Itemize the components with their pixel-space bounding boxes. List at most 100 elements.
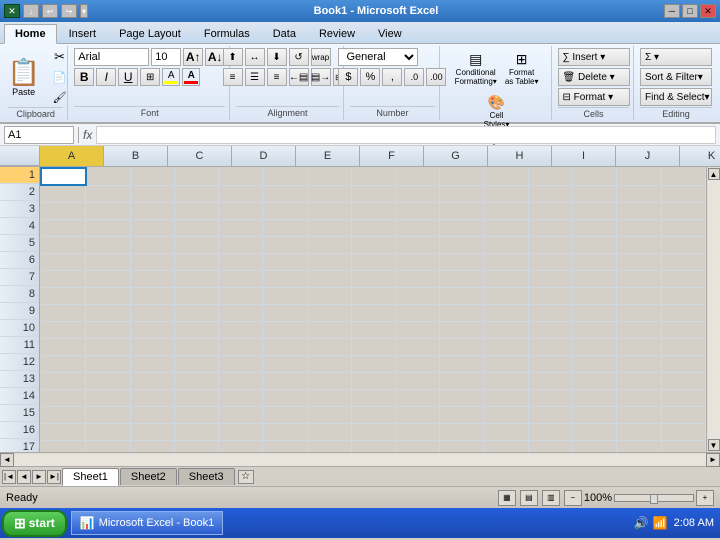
font-size-input[interactable] [151,48,181,66]
cell-I2[interactable] [396,185,440,202]
sheet-tab-1[interactable]: Sheet1 [62,468,119,486]
font-name-input[interactable] [74,48,149,66]
delete-button[interactable]: 🗑 Delete ▾ [558,68,630,86]
row-number-10[interactable]: 10 [0,320,39,337]
cell-E10[interactable] [219,321,263,338]
cell-H15[interactable] [351,406,395,423]
cell-K11[interactable] [484,338,528,355]
cell-M2[interactable] [573,185,617,202]
cell-I6[interactable] [396,253,440,270]
cell-N16[interactable] [617,423,661,440]
cell-C9[interactable] [130,304,174,321]
cell-A17[interactable] [41,440,86,452]
cell-L6[interactable] [528,253,572,270]
cell-D17[interactable] [174,440,218,452]
cell-A6[interactable] [41,253,86,270]
vertical-scrollbar[interactable]: ▲ ▼ [706,167,720,452]
cell-H13[interactable] [351,372,395,389]
cell-K10[interactable] [484,321,528,338]
cell-E9[interactable] [219,304,263,321]
fill-color-button[interactable]: A [162,68,180,86]
cell-G1[interactable] [307,168,351,185]
conditional-formatting-button[interactable]: ▤ ConditionalFormatting▾ [452,48,500,89]
cell-M7[interactable] [573,270,617,287]
cell-M16[interactable] [573,423,617,440]
cell-C1[interactable] [130,168,174,185]
cell-A4[interactable] [41,219,86,236]
cell-G10[interactable] [307,321,351,338]
cell-N17[interactable] [617,440,661,452]
cell-K13[interactable] [484,372,528,389]
cell-E14[interactable] [219,389,263,406]
vscroll-track[interactable] [708,180,720,439]
cell-N3[interactable] [617,202,661,219]
cell-A15[interactable] [41,406,86,423]
cell-A7[interactable] [41,270,86,287]
cell-H5[interactable] [351,236,395,253]
cell-A1[interactable] [41,168,86,185]
cell-M4[interactable] [573,219,617,236]
cell-C16[interactable] [130,423,174,440]
cell-N14[interactable] [617,389,661,406]
row-number-14[interactable]: 14 [0,388,39,405]
cell-G3[interactable] [307,202,351,219]
cell-O12[interactable] [661,355,705,372]
cell-L4[interactable] [528,219,572,236]
cell-L13[interactable] [528,372,572,389]
insert-button[interactable]: ∑ Insert ▾ [558,48,630,66]
cell-F11[interactable] [263,338,307,355]
cell-O15[interactable] [661,406,705,423]
cell-A10[interactable] [41,321,86,338]
cell-M10[interactable] [573,321,617,338]
cell-F16[interactable] [263,423,307,440]
cell-H17[interactable] [351,440,395,452]
cell-C6[interactable] [130,253,174,270]
row-number-11[interactable]: 11 [0,337,39,354]
horizontal-scrollbar[interactable]: ◄ ► [0,452,720,466]
taskbar-excel-item[interactable]: 📊 Microsoft Excel - Book1 [71,511,224,535]
cell-D15[interactable] [174,406,218,423]
page-break-view-button[interactable]: ▥ [542,490,560,506]
col-header-A[interactable]: A [40,146,104,166]
currency-button[interactable]: $ [338,68,358,86]
cell-B17[interactable] [86,440,130,452]
cell-E6[interactable] [219,253,263,270]
increase-indent-button[interactable]: ▤→ [311,68,331,86]
cell-L2[interactable] [528,185,572,202]
row-number-17[interactable]: 17 [0,439,39,452]
cell-O16[interactable] [661,423,705,440]
cell-H1[interactable] [351,168,395,185]
zoom-out-button[interactable]: − [564,490,582,506]
cell-J15[interactable] [440,406,484,423]
cell-E17[interactable] [219,440,263,452]
cell-J11[interactable] [440,338,484,355]
cell-E3[interactable] [219,202,263,219]
sort-filter-button[interactable]: Sort & Filter▾ [640,68,712,86]
comma-button[interactable]: , [382,68,402,86]
col-header-H[interactable]: H [488,146,552,166]
cell-E7[interactable] [219,270,263,287]
cell-D2[interactable] [174,185,218,202]
cell-O17[interactable] [661,440,705,452]
cell-E12[interactable] [219,355,263,372]
layout-view-button[interactable]: ▤ [520,490,538,506]
cell-H14[interactable] [351,389,395,406]
tab-data[interactable]: Data [262,24,307,43]
hscroll-track[interactable] [14,454,706,466]
cell-L17[interactable] [528,440,572,452]
cell-K6[interactable] [484,253,528,270]
cell-G5[interactable] [307,236,351,253]
cell-C4[interactable] [130,219,174,236]
format-painter-button[interactable]: 🖌 [49,88,71,106]
tab-home[interactable]: Home [4,24,57,44]
cell-D8[interactable] [174,287,218,304]
col-header-D[interactable]: D [232,146,296,166]
cell-K1[interactable] [484,168,528,185]
sheet-tab-2[interactable]: Sheet2 [120,468,177,485]
cell-F10[interactable] [263,321,307,338]
row-number-2[interactable]: 2 [0,184,39,201]
cell-K2[interactable] [484,185,528,202]
col-header-E[interactable]: E [296,146,360,166]
cell-B6[interactable] [86,253,130,270]
cell-G9[interactable] [307,304,351,321]
